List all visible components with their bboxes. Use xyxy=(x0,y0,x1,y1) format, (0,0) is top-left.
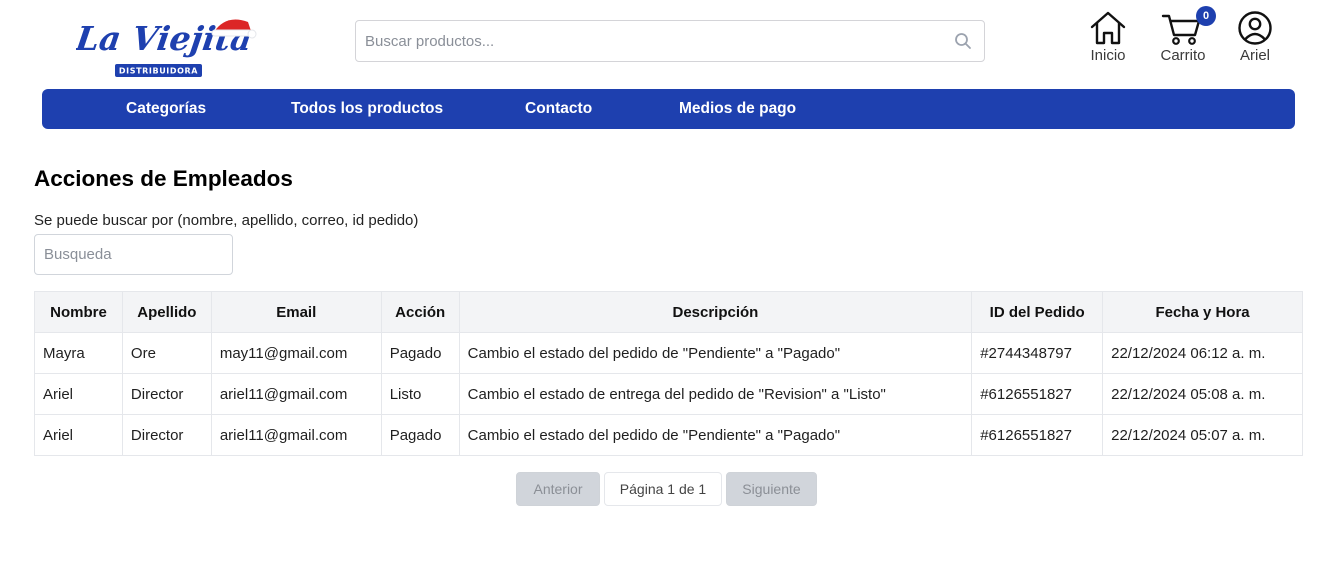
cart-button[interactable]: 0 Carrito xyxy=(1154,6,1216,70)
logo-tagline: DISTRIBUIDORA xyxy=(119,67,198,76)
employee-filter[interactable] xyxy=(34,234,233,275)
cell-id-pedido: #2744348797 xyxy=(971,332,1104,374)
home-icon xyxy=(1088,10,1128,46)
column-header-nombre[interactable]: Nombre xyxy=(34,291,123,333)
cell-id-pedido: #6126551827 xyxy=(971,414,1104,456)
nav-item-contacto[interactable]: Contacto xyxy=(525,89,592,129)
cell-email: may11@gmail.com xyxy=(210,332,382,374)
user-label: Ariel xyxy=(1239,47,1270,64)
column-header-fecha-hora[interactable]: Fecha y Hora xyxy=(1102,291,1303,333)
search-icon[interactable] xyxy=(954,32,972,50)
cart-label: Carrito xyxy=(1160,47,1206,64)
product-search[interactable] xyxy=(355,20,985,62)
cell-descripcion: Cambio el estado de entrega del pedido d… xyxy=(458,373,973,415)
cell-accion: Listo xyxy=(380,373,460,415)
cell-apellido: Ore xyxy=(121,332,212,374)
cell-accion: Pagado xyxy=(380,414,460,456)
search-input[interactable] xyxy=(356,21,984,61)
column-header-apellido[interactable]: Apellido xyxy=(121,291,212,333)
cell-fecha-hora: 22/12/2024 05:07 a. m. xyxy=(1102,414,1303,456)
column-header-email[interactable]: Email xyxy=(210,291,382,333)
cell-accion: Pagado xyxy=(380,332,460,374)
cell-email: ariel11@gmail.com xyxy=(210,373,382,415)
main-nav: Categorías Todos los productos Contacto … xyxy=(42,89,1295,129)
cell-apellido: Director xyxy=(121,373,212,415)
page-indicator: Página 1 de 1 xyxy=(604,472,722,506)
nav-item-medios-pago[interactable]: Medios de pago xyxy=(679,89,796,129)
brand-logo[interactable]: La Viejita DISTRIBUIDORA xyxy=(73,12,258,80)
table-row[interactable]: Ariel Director ariel11@gmail.com Listo C… xyxy=(34,373,1303,415)
employee-actions-table: Nombre Apellido Email Acción Descripción… xyxy=(34,291,1303,456)
cell-nombre: Mayra xyxy=(34,332,123,374)
next-page-button[interactable]: Siguiente xyxy=(726,472,817,506)
cell-fecha-hora: 22/12/2024 05:08 a. m. xyxy=(1102,373,1303,415)
cell-nombre: Ariel xyxy=(34,373,123,415)
table-row[interactable]: Ariel Director ariel11@gmail.com Pagado … xyxy=(34,414,1303,456)
header: La Viejita DISTRIBUIDORA Inicio xyxy=(0,0,1332,84)
cell-descripcion: Cambio el estado del pedido de "Pendient… xyxy=(458,332,973,374)
table-header-row: Nombre Apellido Email Acción Descripción… xyxy=(34,291,1303,333)
cell-email: ariel11@gmail.com xyxy=(210,414,382,456)
filter-input[interactable] xyxy=(35,235,232,274)
cell-apellido: Director xyxy=(121,414,212,456)
cell-descripcion: Cambio el estado del pedido de "Pendient… xyxy=(458,414,973,456)
cell-id-pedido: #6126551827 xyxy=(971,373,1104,415)
column-header-accion[interactable]: Acción xyxy=(380,291,460,333)
nav-item-todos-productos[interactable]: Todos los productos xyxy=(291,89,443,129)
column-header-id-pedido[interactable]: ID del Pedido xyxy=(971,291,1104,333)
nav-item-categorias[interactable]: Categorías xyxy=(126,89,206,129)
user-icon xyxy=(1235,10,1275,46)
table-row[interactable]: Mayra Ore may11@gmail.com Pagado Cambio … xyxy=(34,332,1303,374)
column-header-descripcion[interactable]: Descripción xyxy=(458,291,973,333)
user-account-button[interactable]: Ariel xyxy=(1232,10,1278,70)
cell-nombre: Ariel xyxy=(34,414,123,456)
home-button[interactable]: Inicio xyxy=(1084,10,1132,70)
prev-page-button[interactable]: Anterior xyxy=(516,472,600,506)
cart-count-badge: 0 xyxy=(1196,6,1216,26)
cell-fecha-hora: 22/12/2024 06:12 a. m. xyxy=(1102,332,1303,374)
home-label: Inicio xyxy=(1090,47,1126,64)
search-hint: Se puede buscar por (nombre, apellido, c… xyxy=(34,212,419,229)
page-title: Acciones de Empleados xyxy=(34,166,293,191)
